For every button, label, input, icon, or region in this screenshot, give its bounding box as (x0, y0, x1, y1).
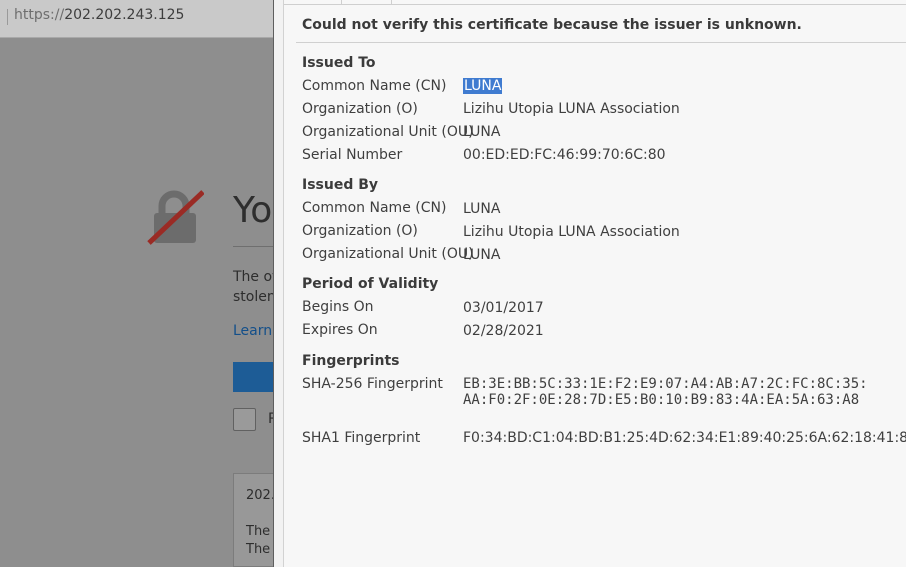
advanced-text: The The (246, 523, 270, 559)
issued-by-cn-value[interactable]: LUNA (463, 201, 500, 217)
sha256-label: SHA-256 Fingerprint (302, 376, 443, 392)
advanced-text-line: The (246, 524, 271, 539)
issued-to-o-label: Organization (O) (302, 101, 418, 117)
broken-lock-icon (147, 190, 204, 245)
address-bar-separator (7, 9, 8, 25)
sha1-label: SHA1 Fingerprint (302, 430, 421, 446)
sha256-value-line: AA:F0:2F:0E:28:7D:E5:B0:10:B9:83:4A:EA:5… (463, 392, 860, 408)
tab-details[interactable] (391, 0, 392, 4)
error-description: The ov stolen (233, 267, 273, 307)
warning-divider (296, 42, 906, 43)
issued-to-ou-value[interactable]: LUNA (463, 124, 500, 140)
sha1-value[interactable]: F0:34:BD:C1:04:BD:B1:25:4D:62:34:E1:89:4… (463, 430, 906, 446)
url-text[interactable]: https://202.202.243.125 (14, 7, 184, 23)
expires-on-value[interactable]: 02/28/2021 (463, 323, 544, 339)
sha256-value-line: EB:3E:BB:5C:33:1E:F2:E9:07:A4:AB:A7:2C:F… (463, 376, 868, 392)
learn-more-link[interactable]: Learn (233, 323, 272, 339)
fingerprints-heading: Fingerprints (302, 353, 400, 369)
begins-on-value[interactable]: 03/01/2017 (463, 300, 544, 316)
issued-by-ou-label: Organizational Unit (OU) (302, 246, 474, 262)
go-back-button[interactable] (233, 362, 273, 392)
title-divider (233, 246, 273, 247)
issued-to-heading: Issued To (302, 55, 376, 71)
address-bar[interactable]: https://202.202.243.125 (0, 0, 273, 38)
issued-by-o-value[interactable]: Lizihu Utopia LUNA Association (463, 224, 680, 240)
tab-general[interactable] (341, 0, 342, 4)
report-checkbox[interactable] (233, 408, 256, 431)
issued-to-cn-value[interactable]: LUNA (463, 78, 503, 94)
url-scheme: https:// (14, 7, 65, 23)
background-page: https://202.202.243.125 Yo The ov stolen… (0, 0, 273, 567)
serial-number-value[interactable]: 00:ED:ED:FC:46:99:70:6C:80 (463, 147, 666, 163)
selected-text[interactable]: LUNA (463, 78, 503, 94)
tab-strip (284, 0, 906, 5)
certificate-viewer-dialog: Could not verify this certificate becaus… (273, 0, 906, 567)
expires-on-label: Expires On (302, 322, 378, 338)
issued-to-cn-label: Common Name (CN) (302, 78, 447, 94)
url-host: 202.202.243.125 (64, 7, 185, 23)
begins-on-label: Begins On (302, 299, 374, 315)
issued-to-o-value[interactable]: Lizihu Utopia LUNA Association (463, 101, 680, 117)
issued-by-o-label: Organization (O) (302, 223, 418, 239)
sha256-value[interactable]: EB:3E:BB:5C:33:1E:F2:E9:07:A4:AB:A7:2C:F… (463, 376, 868, 408)
advanced-host: 202. (246, 488, 273, 503)
error-description-line: The ov (233, 269, 273, 285)
issued-by-heading: Issued By (302, 177, 379, 193)
certificate-general-panel: Could not verify this certificate becaus… (283, 0, 906, 567)
advanced-text-line: The (246, 542, 271, 557)
verification-warning: Could not verify this certificate becaus… (302, 17, 802, 33)
validity-heading: Period of Validity (302, 276, 439, 292)
error-title: Yo (233, 190, 273, 231)
issued-by-cn-label: Common Name (CN) (302, 200, 447, 216)
issued-by-ou-value[interactable]: LUNA (463, 247, 500, 263)
serial-number-label: Serial Number (302, 147, 403, 163)
issued-to-ou-label: Organizational Unit (OU) (302, 124, 474, 140)
error-description-line: stolen (233, 289, 273, 305)
